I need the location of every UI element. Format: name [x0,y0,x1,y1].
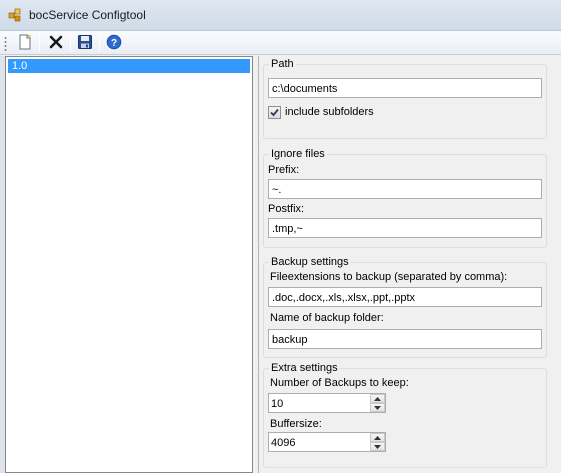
delete-button[interactable] [46,33,66,53]
save-button[interactable] [75,33,95,53]
prefix-input[interactable]: ~. [268,179,542,199]
svg-text:?: ? [111,38,117,49]
buffersize-spinner[interactable]: 4096 [268,432,386,452]
path-legend: Path [269,58,296,71]
spin-up-button[interactable] [370,394,385,403]
backup-settings-legend: Backup settings [269,256,351,269]
arrow-down-icon [374,444,381,449]
app-icon [8,8,22,22]
window-title: bocService Configtool [29,8,146,22]
buffersize-label: Buffersize: [270,418,322,430]
num-backups-value[interactable]: 10 [271,397,283,411]
backup-folder-input[interactable]: backup [268,329,542,349]
arrow-up-icon [374,435,381,440]
include-subfolders-checkbox[interactable] [268,106,281,119]
ignore-files-legend: Ignore files [269,148,327,161]
spin-up-button[interactable] [370,433,385,442]
extensions-label: Fileextensions to backup (separated by c… [270,271,508,283]
help-button[interactable]: ? [104,33,124,53]
toolbar-separator [99,34,100,52]
new-button[interactable] [15,33,35,53]
arrow-up-icon [374,396,381,401]
delete-x-icon [48,34,64,53]
extra-settings-legend: Extra settings [269,362,340,375]
new-document-icon [17,33,33,53]
postfix-label: Postfix: [268,203,305,215]
list-item[interactable]: 1.0 [8,59,250,73]
buffersize-value[interactable]: 4096 [271,436,295,450]
help-icon: ? [106,34,122,53]
title-bar: bocService Configtool [0,0,561,31]
path-group: Path [263,58,547,139]
path-input[interactable]: c:\documents [268,78,542,98]
postfix-input[interactable]: .tmp,~ [268,218,542,238]
toolbar-grip[interactable] [4,36,7,51]
list-item-label: 1.0 [12,60,28,72]
save-disk-icon [77,34,93,53]
extensions-input[interactable]: .doc,.docx,.xls,.xlsx,.ppt,.pptx [268,287,542,307]
toolbar-separator [39,34,40,52]
config-list[interactable]: 1.0 [5,56,253,473]
prefix-label: Prefix: [268,164,300,176]
include-subfolders-label[interactable]: include subfolders [285,106,374,119]
num-backups-label: Number of Backups to keep: [270,377,409,389]
toolbar: ? [0,31,561,55]
spin-down-button[interactable] [370,403,385,412]
checkmark-icon [270,108,279,117]
arrow-down-icon [374,405,381,410]
buffersize-spin-buttons [370,433,385,451]
num-backups-spinner[interactable]: 10 [268,393,386,413]
spin-down-button[interactable] [370,442,385,451]
num-backups-spin-buttons [370,394,385,412]
toolbar-separator [70,34,71,52]
backup-folder-label: Name of backup folder: [270,312,384,324]
